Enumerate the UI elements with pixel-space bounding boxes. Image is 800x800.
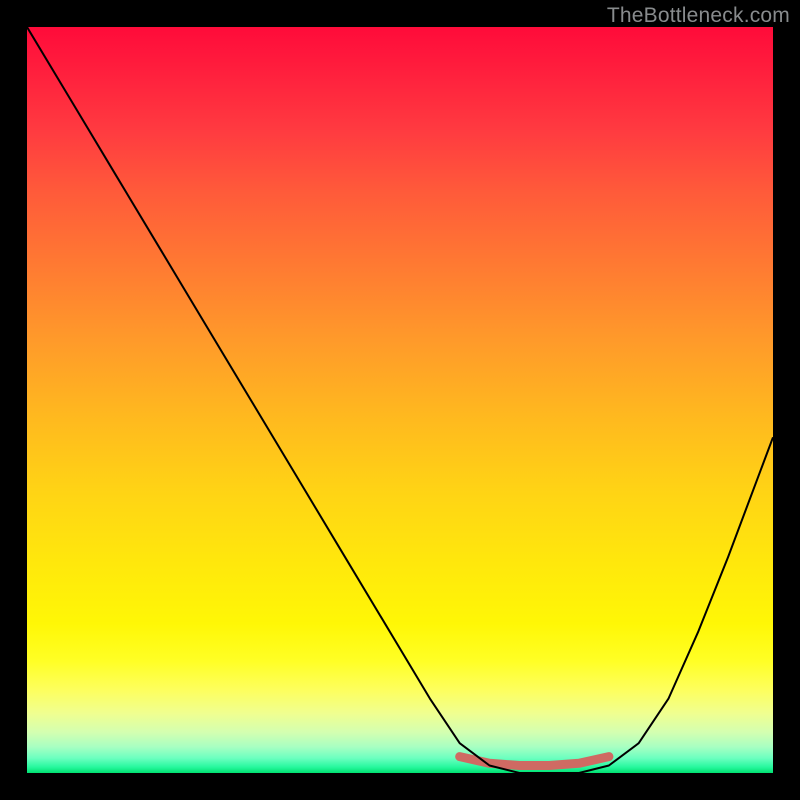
curve-layer: [27, 27, 773, 773]
watermark-text: TheBottleneck.com: [607, 4, 790, 28]
bottleneck-curve: [27, 27, 773, 773]
plot-area: [27, 27, 773, 773]
chart-frame: TheBottleneck.com: [0, 0, 800, 800]
